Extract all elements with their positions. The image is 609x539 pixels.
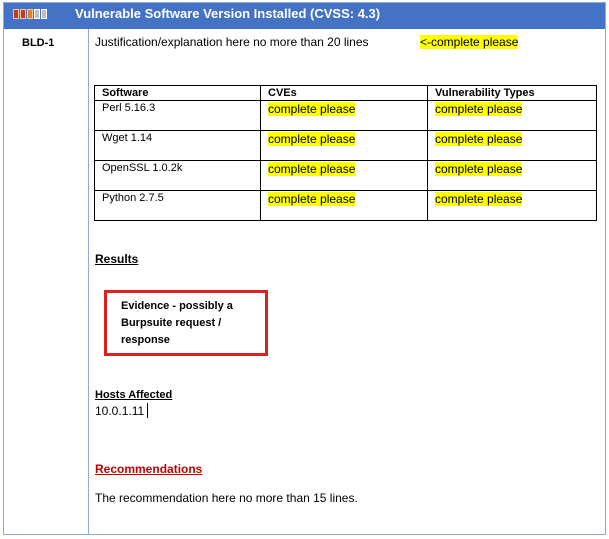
- table-cell-software[interactable]: Wget 1.14: [94, 130, 261, 161]
- placeholder-highlight: complete please: [268, 192, 356, 206]
- finding-card: Vulnerable Software Version Installed (C…: [3, 2, 606, 535]
- hosts-value[interactable]: 10.0.1.11: [95, 404, 144, 418]
- justification-note[interactable]: <-complete please: [420, 35, 519, 49]
- finding-title: Vulnerable Software Version Installed (C…: [75, 6, 381, 21]
- table-row: Wget 1.14 complete please complete pleas…: [94, 130, 597, 161]
- table-cell-cves[interactable]: complete please: [260, 130, 428, 161]
- table-cell-vuln-types[interactable]: complete please: [427, 160, 597, 191]
- table-row: Perl 5.16.3 complete please complete ple…: [94, 100, 597, 131]
- placeholder-highlight: complete please: [435, 102, 523, 116]
- placeholder-highlight: complete please: [435, 192, 523, 206]
- placeholder-highlight: complete please: [268, 162, 356, 176]
- justification-text[interactable]: Justification/explanation here no more t…: [95, 35, 369, 49]
- table-header-row: Software CVEs Vulnerability Types: [94, 85, 597, 101]
- results-heading: Results: [95, 252, 139, 266]
- table-header-vuln-types: Vulnerability Types: [427, 85, 597, 101]
- table-cell-software[interactable]: Perl 5.16.3: [94, 100, 261, 131]
- table-row: OpenSSL 1.0.2k complete please complete …: [94, 160, 597, 191]
- text-cursor: [147, 403, 148, 418]
- table-cell-cves[interactable]: complete please: [260, 190, 428, 221]
- table-cell-vuln-types[interactable]: complete please: [427, 100, 597, 131]
- table-cell-vuln-types[interactable]: complete please: [427, 130, 597, 161]
- severity-bars-icon: [13, 9, 49, 19]
- table-cell-vuln-types[interactable]: complete please: [427, 190, 597, 221]
- table-header-cves: CVEs: [260, 85, 428, 101]
- table-cell-cves[interactable]: complete please: [260, 100, 428, 131]
- placeholder-highlight: complete please: [435, 132, 523, 146]
- evidence-box[interactable]: Evidence - possibly a Burpsuite request …: [104, 290, 268, 356]
- column-divider: [88, 29, 89, 534]
- table-row: Python 2.7.5 complete please complete pl…: [94, 190, 597, 221]
- recommendations-heading: Recommendations: [95, 462, 203, 476]
- table-header-software: Software: [94, 85, 261, 101]
- table-cell-cves[interactable]: complete please: [260, 160, 428, 191]
- software-table: Software CVEs Vulnerability Types Perl 5…: [94, 85, 597, 221]
- hosts-heading: Hosts Affected: [95, 389, 173, 401]
- evidence-line: Burpsuite request /: [121, 317, 222, 329]
- placeholder-highlight: complete please: [268, 132, 356, 146]
- recommendations-text[interactable]: The recommendation here no more than 15 …: [95, 491, 358, 505]
- table-cell-software[interactable]: Python 2.7.5: [94, 190, 261, 221]
- evidence-line: response: [121, 334, 170, 346]
- finding-id: BLD-1: [22, 37, 55, 49]
- placeholder-highlight: complete please: [268, 102, 356, 116]
- table-cell-software[interactable]: OpenSSL 1.0.2k: [94, 160, 261, 191]
- placeholder-highlight: complete please: [435, 162, 523, 176]
- evidence-line: Evidence - possibly a: [121, 300, 233, 312]
- finding-header: Vulnerable Software Version Installed (C…: [4, 3, 605, 29]
